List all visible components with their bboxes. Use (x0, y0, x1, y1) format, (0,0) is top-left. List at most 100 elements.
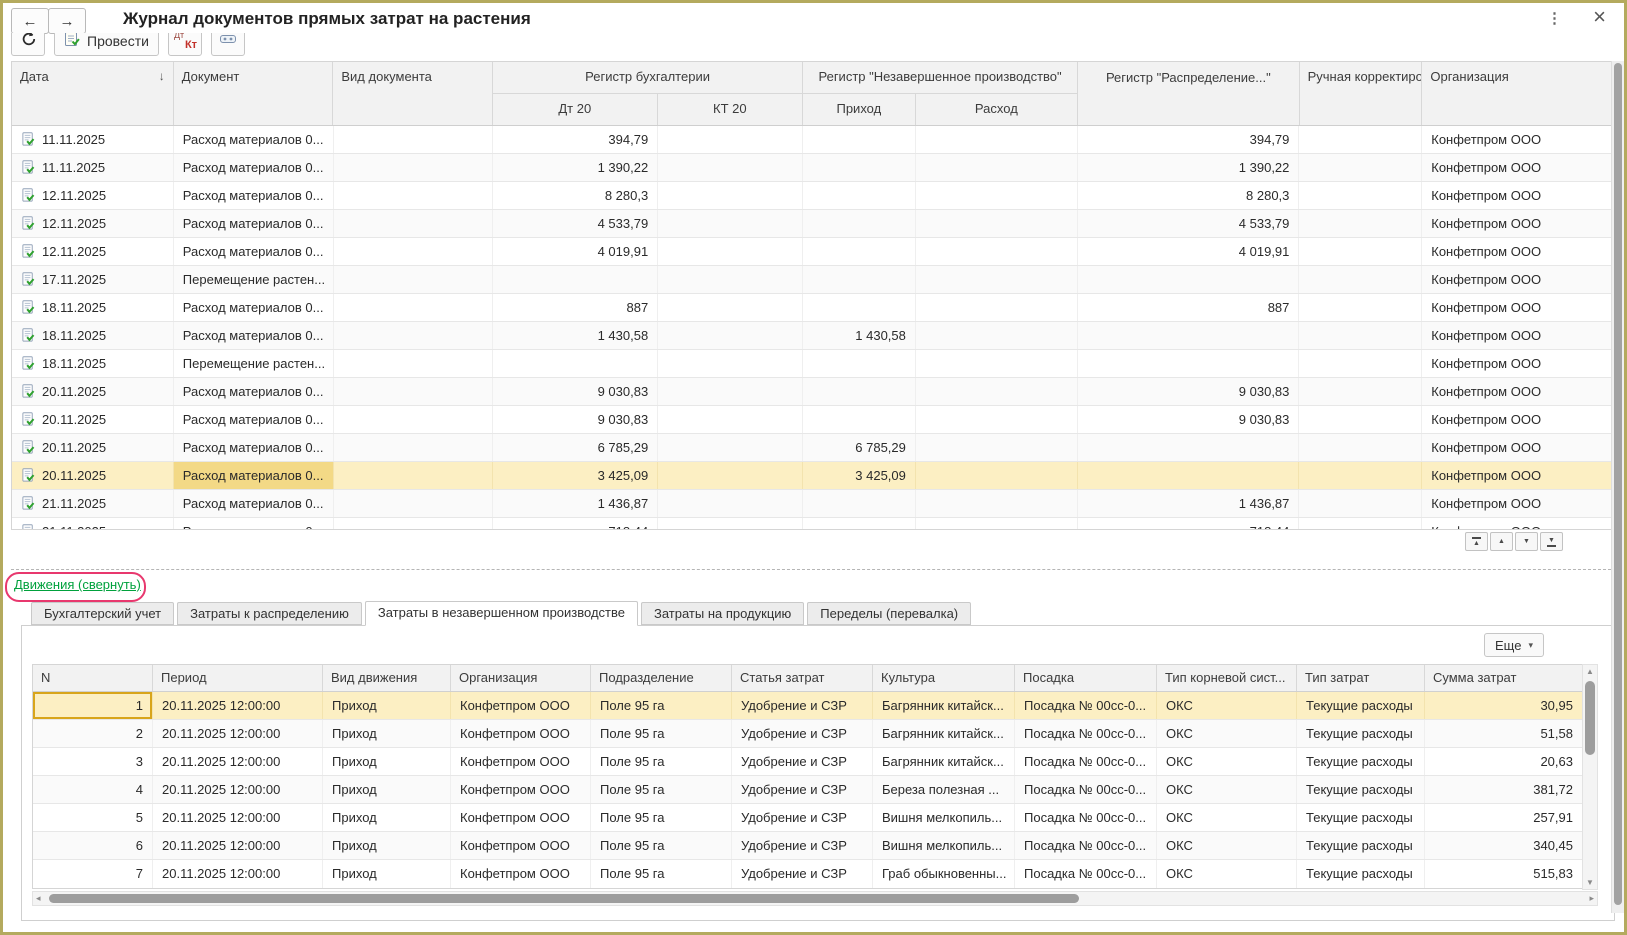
cell-org[interactable]: Конфетпром ООО (1422, 406, 1614, 433)
more-button[interactable]: Еще ▾ (1484, 633, 1544, 657)
cell-rashod[interactable] (916, 406, 1078, 433)
cell-kind[interactable] (334, 210, 494, 237)
cell-manual[interactable] (1299, 210, 1422, 237)
cell-cost-item[interactable]: Удобрение и СЗР (732, 832, 873, 859)
cell-org[interactable]: Конфетпром ООО (1422, 350, 1614, 377)
cell-org[interactable]: Конфетпром ООО (1422, 210, 1614, 237)
cell-doc[interactable]: Расход материалов 0... (174, 126, 334, 153)
cell-prihod[interactable] (803, 266, 916, 293)
cell-dt20[interactable]: 1 436,87 (493, 490, 658, 517)
cell-rashod[interactable] (916, 238, 1078, 265)
cell-doc[interactable]: Расход материалов 0... (174, 406, 334, 433)
cell-movement-kind[interactable]: Приход (323, 692, 451, 719)
cell-date[interactable]: 12.11.2025 (12, 210, 174, 237)
cell-planting[interactable]: Посадка № 00сс-0... (1015, 692, 1157, 719)
cell-planting[interactable]: Посадка № 00сс-0... (1015, 720, 1157, 747)
cell-cost-sum[interactable]: 51,58 (1425, 720, 1582, 747)
cell-prihod[interactable] (803, 182, 916, 209)
cell-n[interactable]: 1 (33, 692, 153, 719)
cell-dt20[interactable]: 6 785,29 (493, 434, 658, 461)
cell-kind[interactable] (334, 266, 494, 293)
cell-prihod[interactable] (803, 406, 916, 433)
cell-planting[interactable]: Посадка № 00сс-0... (1015, 748, 1157, 775)
cell-kt20[interactable] (658, 126, 803, 153)
cell-organization[interactable]: Конфетпром ООО (451, 692, 591, 719)
cell-rasp[interactable]: 9 030,83 (1078, 406, 1300, 433)
cell-n[interactable]: 3 (33, 748, 153, 775)
cell-doc[interactable]: Расход материалов 0... (174, 154, 334, 181)
dt-kt-button[interactable]: Дт Кт (168, 33, 202, 56)
cell-period[interactable]: 20.11.2025 12:00:00 (153, 804, 323, 831)
cell-org[interactable]: Конфетпром ООО (1422, 238, 1614, 265)
cell-n[interactable]: 2 (33, 720, 153, 747)
cell-prihod[interactable] (803, 126, 916, 153)
cell-kind[interactable] (334, 462, 494, 489)
cell-rashod[interactable] (916, 350, 1078, 377)
cell-manual[interactable] (1299, 350, 1422, 377)
cell-subdivision[interactable]: Поле 95 га (591, 804, 732, 831)
horizontal-scroll-thumb[interactable] (49, 894, 1079, 903)
cell-rashod[interactable] (916, 490, 1078, 517)
cell-dt20[interactable] (493, 350, 658, 377)
cell-rasp[interactable]: 1 390,22 (1078, 154, 1300, 181)
cell-period[interactable]: 20.11.2025 12:00:00 (153, 860, 323, 888)
cell-planting[interactable]: Посадка № 00сс-0... (1015, 804, 1157, 831)
column-header-document[interactable]: Документ (174, 62, 334, 125)
cell-manual[interactable] (1299, 182, 1422, 209)
cell-kt20[interactable] (658, 182, 803, 209)
cell-kind[interactable] (334, 154, 494, 181)
scroll-left-arrow-icon[interactable]: ◂ (36, 892, 41, 905)
movements-column-header-cost-item[interactable]: Статья затрат (732, 665, 873, 691)
forward-button[interactable]: → (48, 8, 86, 34)
cell-movement-kind[interactable]: Приход (323, 776, 451, 803)
cell-rasp[interactable]: 4 533,79 (1078, 210, 1300, 237)
cell-cost-item[interactable]: Удобрение и СЗР (732, 804, 873, 831)
cell-organization[interactable]: Конфетпром ООО (451, 776, 591, 803)
cell-n[interactable]: 6 (33, 832, 153, 859)
cell-root-type[interactable]: ОКС (1157, 692, 1297, 719)
movements-column-header-organization[interactable]: Организация (451, 665, 591, 691)
cell-rasp[interactable]: 718,44 (1078, 518, 1300, 530)
tab-0[interactable]: Бухгалтерский учет (31, 602, 174, 625)
cell-date[interactable]: 20.11.2025 (12, 434, 174, 461)
cell-kind[interactable] (334, 126, 494, 153)
cell-kind[interactable] (334, 378, 494, 405)
close-icon[interactable]: × (1593, 4, 1606, 30)
movements-column-header-n[interactable]: N (33, 665, 153, 691)
cell-period[interactable]: 20.11.2025 12:00:00 (153, 776, 323, 803)
cell-date[interactable]: 18.11.2025 (12, 294, 174, 321)
more-menu-icon[interactable]: ⋮ (1547, 9, 1561, 27)
cell-cost-sum[interactable]: 381,72 (1425, 776, 1582, 803)
column-header-organization[interactable]: Организация (1422, 62, 1614, 125)
cell-rasp[interactable]: 887 (1078, 294, 1300, 321)
scroll-right-arrow-icon[interactable]: ▸ (1589, 892, 1594, 905)
cell-org[interactable]: Конфетпром ООО (1422, 126, 1614, 153)
cell-cost-type[interactable]: Текущие расходы (1297, 860, 1425, 888)
cell-movement-kind[interactable]: Приход (323, 720, 451, 747)
cell-prihod[interactable] (803, 490, 916, 517)
cell-root-type[interactable]: ОКС (1157, 832, 1297, 859)
cell-dt20[interactable] (493, 266, 658, 293)
cell-doc[interactable]: Перемещение растен... (174, 266, 334, 293)
accounting-register-label[interactable]: Регистр бухгалтерии (493, 62, 802, 94)
cell-cost-type[interactable]: Текущие расходы (1297, 776, 1425, 803)
cell-doc[interactable]: Расход материалов 0... (174, 322, 334, 349)
cell-kind[interactable] (334, 294, 494, 321)
back-button[interactable]: ← (11, 8, 49, 34)
cell-doc[interactable]: Расход материалов 0... (174, 378, 334, 405)
column-header-kt20[interactable]: КТ 20 (658, 94, 803, 125)
column-header-date[interactable]: Дата ↓ (12, 62, 174, 125)
cell-rasp[interactable]: 394,79 (1078, 126, 1300, 153)
cell-doc[interactable]: Расход материалов 0... (174, 518, 334, 530)
cell-dt20[interactable]: 1 430,58 (493, 322, 658, 349)
cell-root-type[interactable]: ОКС (1157, 748, 1297, 775)
cell-cost-sum[interactable]: 340,45 (1425, 832, 1582, 859)
cell-rashod[interactable] (916, 378, 1078, 405)
cell-manual[interactable] (1299, 434, 1422, 461)
cell-root-type[interactable]: ОКС (1157, 804, 1297, 831)
cell-cost-type[interactable]: Текущие расходы (1297, 692, 1425, 719)
cell-kt20[interactable] (658, 406, 803, 433)
column-header-distribution-register[interactable]: Регистр "Распределение..." (1078, 62, 1300, 125)
movements-column-header-movement-kind[interactable]: Вид движения (323, 665, 451, 691)
scroll-up-arrow-icon[interactable]: ▲ (1583, 667, 1597, 676)
